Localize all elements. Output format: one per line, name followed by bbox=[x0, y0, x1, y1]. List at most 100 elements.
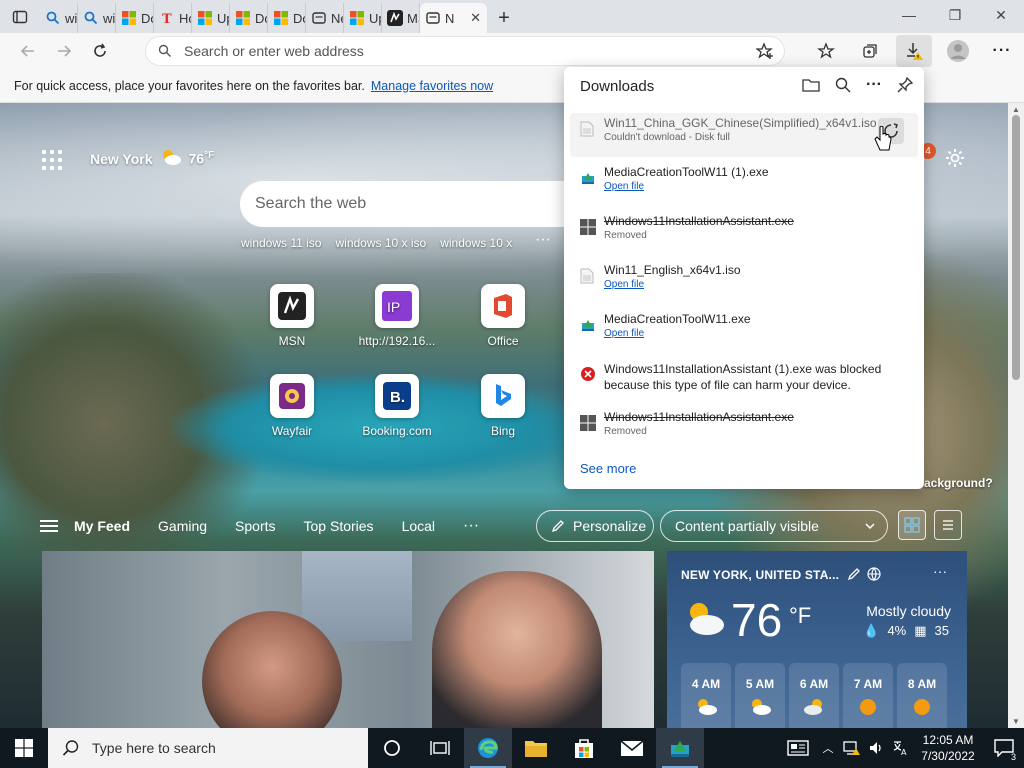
settings-menu-button[interactable]: ··· bbox=[980, 33, 1024, 69]
hourly-item[interactable]: 4 AM bbox=[681, 663, 731, 728]
taskbar-media-creation-tool[interactable] bbox=[656, 728, 704, 768]
quicklink-bing[interactable]: Bing bbox=[458, 374, 548, 438]
download-item[interactable]: MediaCreationToolW11.exe Open file bbox=[570, 309, 918, 353]
scroll-down-arrow-icon[interactable]: ▼ bbox=[1012, 717, 1020, 726]
personalize-button[interactable]: Personalize bbox=[536, 510, 654, 542]
page-scrollbar[interactable]: ▲ ▼ bbox=[1008, 103, 1024, 728]
downloads-button[interactable] bbox=[896, 35, 932, 67]
tab-7[interactable]: Down bbox=[268, 3, 306, 33]
more-suggestions-icon[interactable]: ··· bbox=[535, 231, 551, 249]
open-file-link[interactable]: Open file bbox=[604, 279, 644, 290]
quicklink-msn[interactable]: MSN bbox=[247, 284, 337, 348]
address-bar[interactable]: Search or enter web address bbox=[145, 36, 785, 66]
more-options-icon[interactable]: ··· bbox=[866, 76, 882, 97]
back-button[interactable] bbox=[10, 35, 46, 67]
tab-1[interactable]: windo bbox=[40, 3, 78, 33]
tab-actions-button[interactable] bbox=[0, 0, 40, 33]
tab-2[interactable]: windo bbox=[78, 3, 116, 33]
add-favorite-icon[interactable] bbox=[755, 42, 774, 63]
favorites-button[interactable] bbox=[804, 33, 848, 69]
language-button[interactable]: A bbox=[888, 740, 912, 756]
maximize-button[interactable]: ❐ bbox=[932, 0, 978, 30]
minimize-button[interactable]: — bbox=[886, 0, 932, 30]
download-item-failed[interactable]: Win11_China_GGK_Chinese(Simplified)_x64v… bbox=[570, 113, 918, 157]
open-downloads-folder-icon[interactable] bbox=[802, 76, 820, 97]
manage-favorites-link[interactable]: Manage favorites now bbox=[371, 79, 493, 93]
hourly-item[interactable]: 5 AM bbox=[735, 663, 785, 728]
download-item-removed[interactable]: Windows11InstallationAssistant.exe Remov… bbox=[570, 407, 918, 451]
tab-11-active[interactable]: N ✕ bbox=[420, 3, 487, 33]
see-more-link[interactable]: See more bbox=[580, 461, 636, 476]
hourly-item[interactable]: 6 AM bbox=[789, 663, 839, 728]
apps-launcher-button[interactable] bbox=[42, 150, 62, 170]
tab-9[interactable]: Upgra bbox=[344, 3, 382, 33]
forward-button[interactable] bbox=[46, 35, 82, 67]
cortana-button[interactable] bbox=[368, 728, 416, 768]
download-item-blocked[interactable]: Windows11InstallationAssistant (1).exe w… bbox=[570, 358, 918, 406]
bing-tile-icon bbox=[481, 374, 525, 418]
hourly-item[interactable]: 7 AM bbox=[843, 663, 893, 728]
taskbar-edge[interactable] bbox=[464, 728, 512, 768]
suggestion-item[interactable]: windows 10 x iso bbox=[335, 236, 426, 250]
news-and-interests-button[interactable] bbox=[780, 740, 816, 756]
network-button[interactable] bbox=[840, 740, 864, 756]
scrollbar-thumb[interactable] bbox=[1012, 115, 1020, 380]
open-file-link[interactable]: Open file bbox=[604, 181, 644, 192]
weather-more-icon[interactable]: ··· bbox=[933, 563, 947, 579]
taskbar-search-input[interactable]: Type here to search bbox=[48, 728, 368, 768]
close-window-button[interactable]: ✕ bbox=[978, 0, 1024, 30]
tab-3[interactable]: Down bbox=[116, 3, 154, 33]
download-item[interactable]: Win11_English_x64v1.iso Open file bbox=[570, 260, 918, 304]
feed-tab-sports[interactable]: Sports bbox=[235, 518, 275, 534]
tab-4[interactable]: T How t bbox=[154, 3, 192, 33]
taskbar-store[interactable] bbox=[560, 728, 608, 768]
tab-10[interactable]: MSN bbox=[382, 3, 420, 33]
weather-widget[interactable]: New York 76°F bbox=[90, 148, 214, 169]
system-clock[interactable]: 12:05 AM 7/30/2022 bbox=[912, 732, 984, 764]
collections-button[interactable] bbox=[848, 33, 892, 69]
profile-button[interactable] bbox=[936, 33, 980, 69]
open-file-link[interactable]: Open file bbox=[604, 328, 644, 339]
suggestion-item[interactable]: windows 10 x bbox=[440, 236, 512, 250]
feed-tab-my-feed[interactable]: My Feed bbox=[74, 518, 130, 534]
download-item-removed[interactable]: Windows11InstallationAssistant.exe Remov… bbox=[570, 211, 918, 255]
volume-button[interactable] bbox=[864, 740, 888, 756]
tab-6[interactable]: Down bbox=[230, 3, 268, 33]
close-tab-icon[interactable]: ✕ bbox=[470, 10, 481, 26]
show-hidden-icons-button[interactable]: ︿ bbox=[816, 740, 840, 756]
quicklink-office[interactable]: Office bbox=[458, 284, 548, 348]
feed-tab-gaming[interactable]: Gaming bbox=[158, 518, 207, 534]
feed-tab-local[interactable]: Local bbox=[402, 518, 435, 534]
search-downloads-icon[interactable] bbox=[834, 76, 852, 97]
feed-more-icon[interactable]: ··· bbox=[463, 517, 479, 535]
weather-card[interactable]: NEW YORK, UNITED STA... ··· 76 °F Mostly… bbox=[667, 551, 967, 728]
hourly-item[interactable]: 8 AM bbox=[897, 663, 947, 728]
news-card-image[interactable] bbox=[42, 551, 654, 728]
tab-8[interactable]: New t bbox=[306, 3, 344, 33]
page-settings-button[interactable] bbox=[944, 147, 966, 172]
scroll-up-arrow-icon[interactable]: ▲ bbox=[1012, 105, 1020, 114]
start-button[interactable] bbox=[0, 728, 48, 768]
taskbar-mail[interactable] bbox=[608, 728, 656, 768]
quicklink-ip[interactable]: IP http://192.16... bbox=[352, 284, 442, 348]
background-question-link[interactable]: ackground? bbox=[924, 476, 993, 490]
hamburger-menu-icon[interactable] bbox=[40, 517, 58, 535]
pin-icon[interactable] bbox=[896, 76, 914, 97]
list-layout-button[interactable] bbox=[934, 510, 962, 540]
taskbar-file-explorer[interactable] bbox=[512, 728, 560, 768]
refresh-button[interactable] bbox=[82, 35, 118, 67]
feed-tab-top-stories[interactable]: Top Stories bbox=[304, 518, 374, 534]
quicklink-booking[interactable]: B. Booking.com bbox=[352, 374, 442, 438]
suggestion-item[interactable]: windows 11 iso bbox=[241, 236, 321, 250]
globe-icon[interactable] bbox=[867, 567, 881, 584]
content-visibility-dropdown[interactable]: Content partially visible bbox=[660, 510, 888, 542]
quicklink-wayfair[interactable]: Wayfair bbox=[247, 374, 337, 438]
new-tab-button[interactable]: + bbox=[487, 3, 521, 33]
action-center-button[interactable]: 3 bbox=[984, 739, 1024, 762]
edit-location-icon[interactable] bbox=[847, 567, 861, 584]
task-view-button[interactable] bbox=[416, 728, 464, 768]
download-item[interactable]: MediaCreationToolW11 (1).exe Open file bbox=[570, 162, 918, 206]
tab-5[interactable]: Upgra bbox=[192, 3, 230, 33]
grid-layout-button[interactable] bbox=[898, 510, 926, 540]
web-search-input[interactable]: Search the web bbox=[240, 181, 580, 227]
